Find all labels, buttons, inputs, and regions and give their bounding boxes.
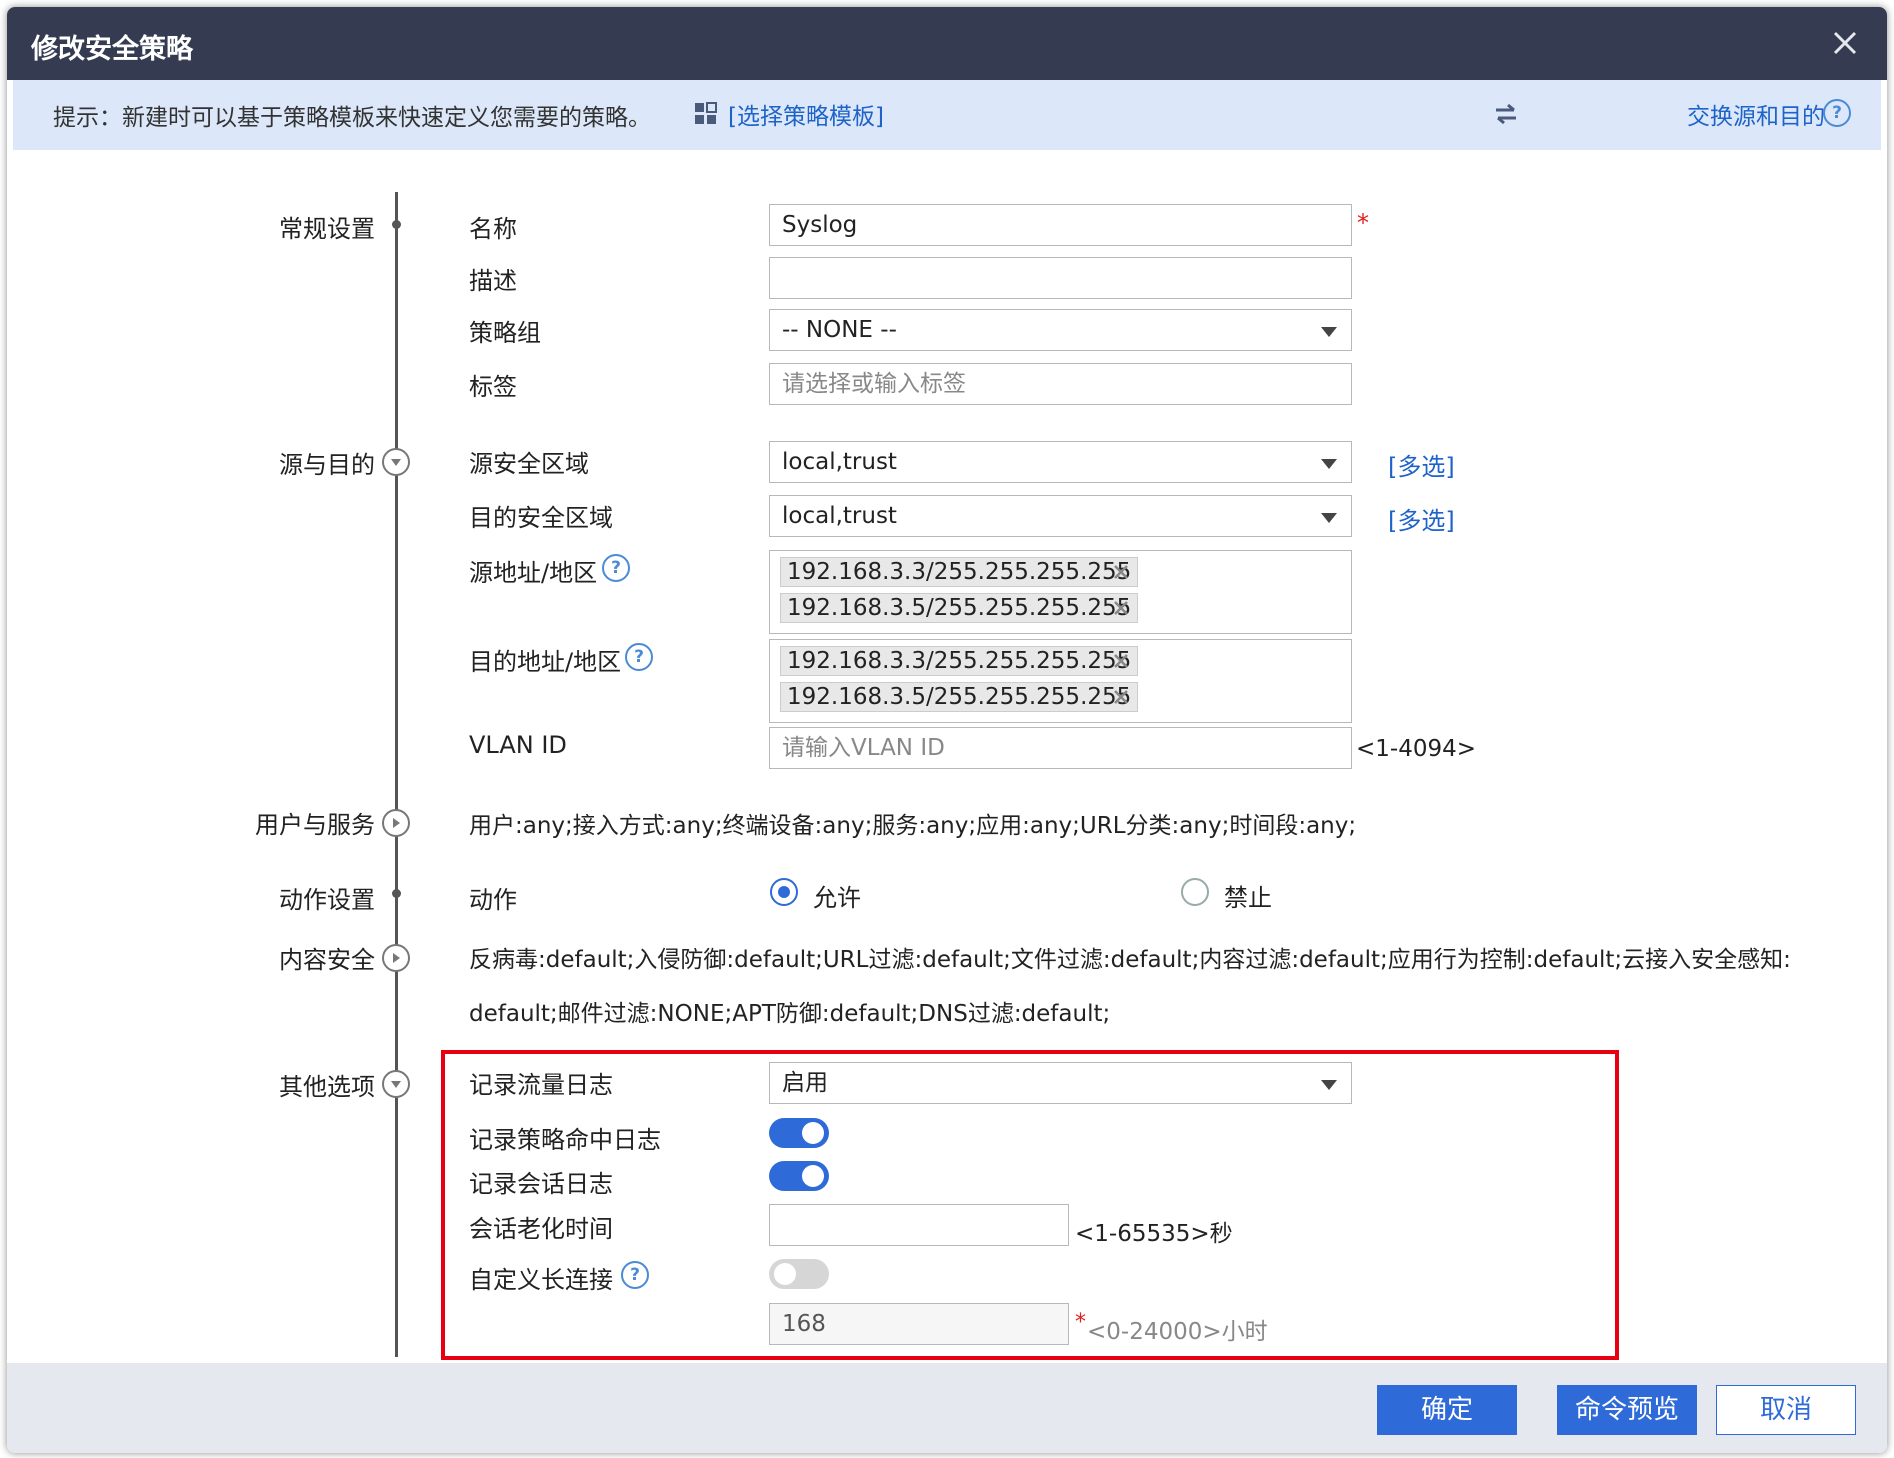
chevron-down-icon — [1321, 327, 1337, 337]
section-dot — [392, 220, 401, 229]
policy-group-value: -- NONE -- — [782, 317, 897, 343]
tag-input[interactable] — [769, 363, 1352, 405]
long-connection-required-mark: * — [1075, 1310, 1086, 1335]
help-icon[interactable]: ? — [625, 643, 653, 671]
swap-source-destination-link[interactable]: 交换源和目的 — [1687, 97, 1825, 131]
long-connection-label: 自定义长连接 — [469, 1266, 613, 1294]
address-tag-text: 192.168.3.5/255.255.255.255 — [787, 595, 1132, 621]
src-address-label: 源地址/地区 — [469, 559, 598, 587]
dst-zone-label: 目的安全区域 — [469, 504, 613, 532]
hit-log-label: 记录策略命中日志 — [469, 1126, 661, 1154]
section-src-dst-label: 源与目的 — [279, 451, 375, 479]
remove-icon[interactable] — [1113, 653, 1129, 669]
dialog-titlebar: 修改安全策略 — [7, 7, 1887, 80]
address-tag: 192.168.3.3/255.255.255.255 — [780, 646, 1138, 676]
section-action-label: 动作设置 — [279, 886, 375, 914]
session-log-toggle[interactable] — [769, 1161, 829, 1191]
section-content-security-label: 内容安全 — [279, 946, 375, 974]
section-general-label: 常规设置 — [279, 215, 375, 243]
policy-group-select[interactable]: -- NONE -- — [769, 309, 1352, 351]
src-zone-value: local,trust — [782, 449, 897, 475]
remove-icon[interactable] — [1113, 564, 1129, 580]
template-icon — [695, 102, 717, 124]
close-icon[interactable] — [1825, 23, 1865, 63]
description-label: 描述 — [469, 267, 517, 295]
ok-button[interactable]: 确定 — [1377, 1385, 1517, 1435]
src-zone-label: 源安全区域 — [469, 450, 589, 478]
name-label: 名称 — [469, 215, 517, 243]
deny-label[interactable]: 禁止 — [1224, 878, 1272, 913]
traffic-log-value: 启用 — [782, 1070, 828, 1096]
vlan-label: VLAN ID — [469, 731, 567, 759]
required-mark: * — [1357, 209, 1369, 237]
remove-icon[interactable] — [1113, 600, 1129, 616]
session-aging-input[interactable] — [769, 1204, 1069, 1246]
chevron-down-icon — [1321, 1080, 1337, 1090]
policy-group-label: 策略组 — [469, 319, 541, 347]
traffic-log-label: 记录流量日志 — [469, 1071, 613, 1099]
long-connection-toggle[interactable] — [769, 1259, 829, 1289]
name-input[interactable] — [769, 204, 1352, 246]
collapse-down-icon[interactable] — [382, 448, 410, 476]
address-tag: 192.168.3.5/255.255.255.255 — [780, 593, 1138, 623]
user-service-summary: 用户:any;接入方式:any;终端设备:any;服务:any;应用:any;U… — [469, 813, 1357, 839]
vlan-input[interactable] — [769, 727, 1352, 769]
allow-label[interactable]: 允许 — [813, 878, 861, 913]
traffic-log-select[interactable]: 启用 — [769, 1062, 1352, 1104]
expand-right-icon[interactable] — [382, 809, 410, 837]
remove-icon[interactable] — [1113, 689, 1129, 705]
hit-log-toggle[interactable] — [769, 1118, 829, 1148]
section-timeline — [395, 192, 398, 1357]
section-dot — [392, 889, 401, 898]
allow-radio[interactable] — [770, 878, 798, 906]
collapse-down-icon[interactable] — [382, 1070, 410, 1098]
long-connection-hours-input[interactable] — [769, 1303, 1069, 1345]
long-connection-hint: <0-24000>小时 — [1087, 1319, 1268, 1345]
edit-security-policy-dialog: 修改安全策略 提示：新建时可以基于策略模板来快速定义您需要的策略。 [选择策略模… — [7, 7, 1887, 1453]
session-aging-label: 会话老化时间 — [469, 1215, 613, 1243]
description-input[interactable] — [769, 257, 1352, 299]
expand-right-icon[interactable] — [382, 944, 410, 972]
src-address-box[interactable]: 192.168.3.3/255.255.255.255 192.168.3.5/… — [769, 550, 1352, 634]
address-tag: 192.168.3.5/255.255.255.255 — [780, 682, 1138, 712]
dialog-footer: 确定 命令预览 取消 — [7, 1363, 1887, 1453]
dst-zone-select[interactable]: local,trust — [769, 495, 1352, 537]
cancel-button[interactable]: 取消 — [1716, 1385, 1856, 1435]
help-icon[interactable]: ? — [602, 554, 630, 582]
chevron-down-icon — [1321, 513, 1337, 523]
address-tag-text: 192.168.3.3/255.255.255.255 — [787, 559, 1132, 585]
deny-radio[interactable] — [1181, 878, 1209, 906]
hint-bar: 提示：新建时可以基于策略模板来快速定义您需要的策略。 [选择策略模板] 交换源和… — [13, 80, 1881, 150]
select-template-link[interactable]: [选择策略模板] — [728, 97, 884, 131]
dst-zone-value: local,trust — [782, 503, 897, 529]
dst-address-label: 目的地址/地区 — [469, 648, 622, 676]
hint-text: 提示：新建时可以基于策略模板来快速定义您需要的策略。 — [53, 105, 651, 131]
command-preview-button[interactable]: 命令预览 — [1557, 1385, 1697, 1435]
dst-address-box[interactable]: 192.168.3.3/255.255.255.255 192.168.3.5/… — [769, 639, 1352, 723]
action-label: 动作 — [469, 886, 517, 914]
session-aging-hint: <1-65535>秒 — [1075, 1221, 1233, 1247]
src-zone-select[interactable]: local,trust — [769, 441, 1352, 483]
address-tag-text: 192.168.3.5/255.255.255.255 — [787, 684, 1132, 710]
tag-label: 标签 — [469, 373, 517, 401]
help-icon[interactable]: ? — [621, 1261, 649, 1289]
address-tag-text: 192.168.3.3/255.255.255.255 — [787, 648, 1132, 674]
content-security-summary-line1: 反病毒:default;入侵防御:default;URL过滤:default;文… — [469, 947, 1791, 973]
content-security-summary-line2: default;邮件过滤:NONE;APT防御:default;DNS过滤:de… — [469, 1001, 1111, 1027]
chevron-down-icon — [1321, 459, 1337, 469]
help-icon[interactable]: ? — [1823, 99, 1851, 127]
vlan-range-hint: <1-4094> — [1356, 736, 1477, 762]
dst-zone-multiselect-link[interactable]: [多选] — [1388, 501, 1455, 536]
swap-icon — [1496, 103, 1516, 125]
address-tag: 192.168.3.3/255.255.255.255 — [780, 557, 1138, 587]
dialog-title: 修改安全策略 — [31, 34, 193, 65]
session-log-label: 记录会话日志 — [469, 1170, 613, 1198]
src-zone-multiselect-link[interactable]: [多选] — [1388, 447, 1455, 482]
section-user-service-label: 用户与服务 — [255, 811, 375, 839]
section-other-label: 其他选项 — [279, 1073, 375, 1101]
